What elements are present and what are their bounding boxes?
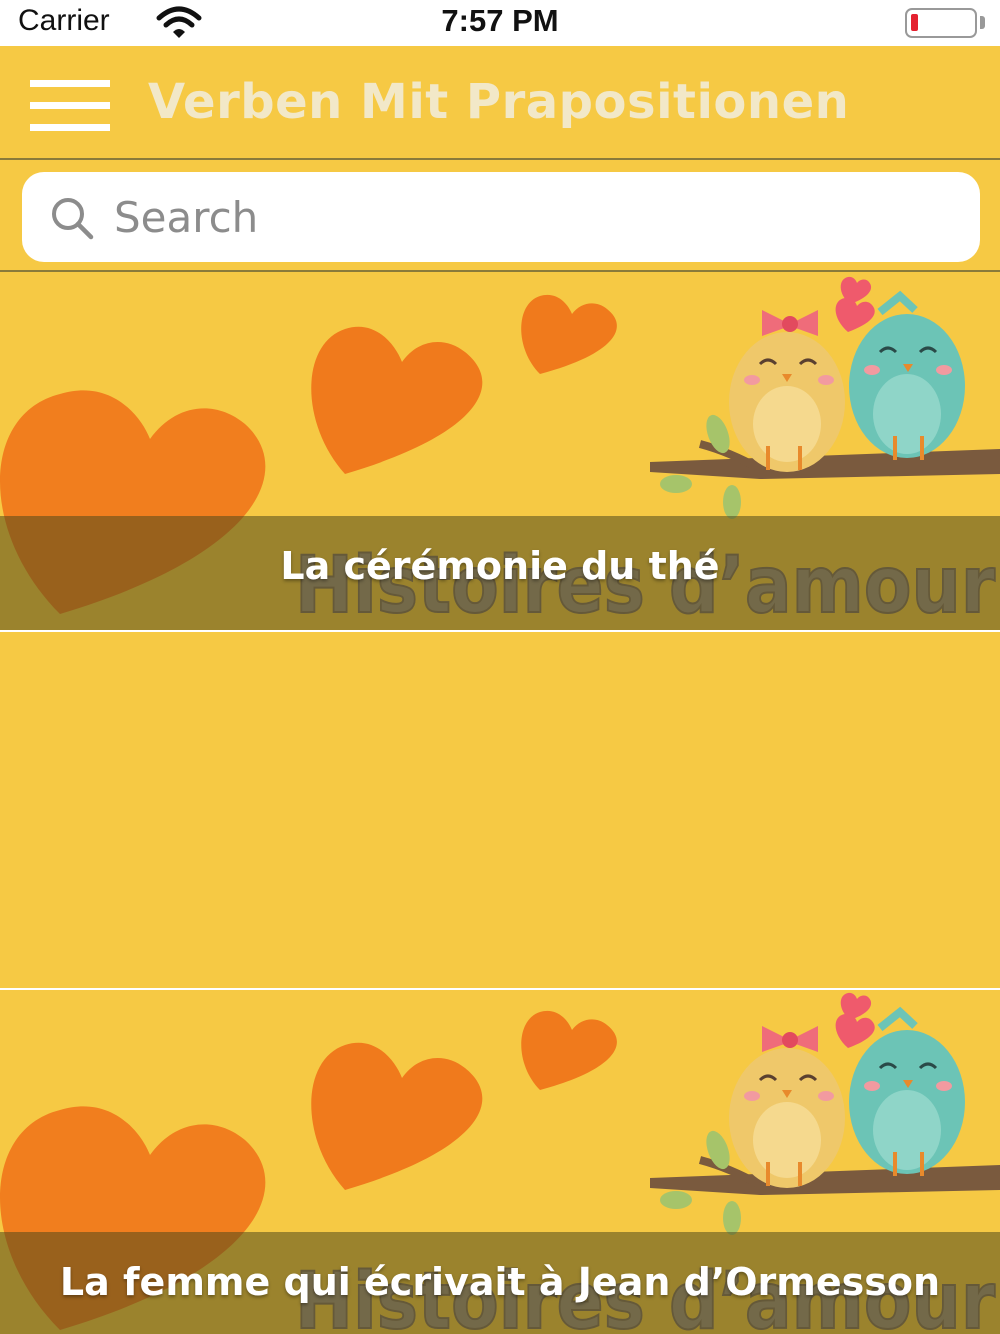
search-bar — [0, 160, 1000, 272]
battery-icon — [905, 8, 977, 38]
clock: 7:57 PM — [441, 3, 559, 38]
page-title: Verben Mit Prapositionen — [148, 74, 850, 130]
navigation-bar: Verben Mit Prapositionen — [0, 46, 1000, 160]
search-input[interactable] — [114, 182, 954, 252]
story-title: La cérémonie du thé — [280, 544, 720, 588]
battery-cap — [980, 16, 985, 29]
story-card-2[interactable]: Histoires d’amour La femme qui écrivait … — [0, 990, 1000, 1334]
search-field[interactable] — [22, 172, 980, 262]
status-bar: Carrier 7:57 PM — [0, 0, 1000, 46]
story-list[interactable]: Histoires d’amour Ma muse — [0, 274, 1000, 1334]
story-title: La femme qui écrivait à Jean d’Ormesson — [59, 1260, 941, 1304]
list-separator — [0, 630, 1000, 632]
search-icon — [48, 194, 96, 246]
hamburger-menu-icon[interactable] — [30, 80, 110, 132]
list-separator — [0, 988, 1000, 990]
battery-level — [911, 14, 918, 31]
story-card-3[interactable]: Histoires d’amour La cérémonie du thé — [0, 274, 1000, 630]
